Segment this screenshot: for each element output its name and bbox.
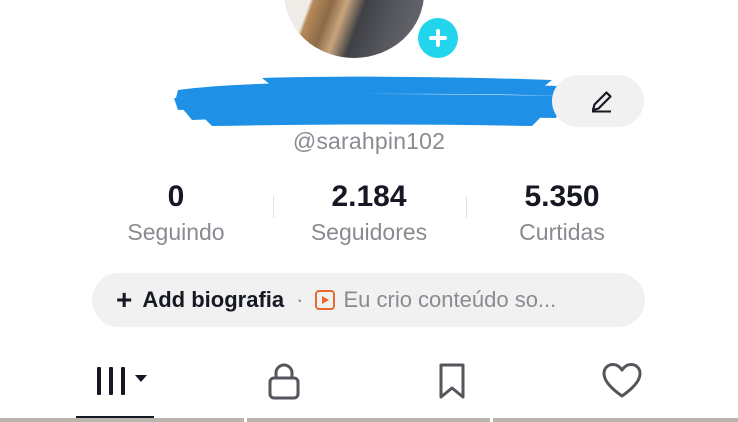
- followers-count: 2.184: [331, 180, 407, 213]
- grid-icon: [97, 367, 147, 395]
- separator-dot: ·: [296, 287, 304, 312]
- redacted-display-name: [174, 76, 570, 126]
- followers-label: Seguidores: [310, 219, 428, 245]
- tab-videos[interactable]: [92, 356, 152, 406]
- username: @sarahpin102: [292, 128, 446, 154]
- pencil-icon: [591, 91, 612, 113]
- plus-icon: +: [116, 284, 133, 315]
- chevron-down-icon: [135, 375, 147, 382]
- lock-icon: [268, 363, 300, 400]
- tab-liked[interactable]: [592, 356, 652, 406]
- stat-followers[interactable]: 2.184 Seguidores: [269, 178, 469, 248]
- following-label: Seguindo: [127, 219, 225, 245]
- tab-saved[interactable]: [422, 356, 482, 406]
- bookmark-icon: [439, 363, 465, 399]
- plus-icon: [418, 18, 458, 58]
- stat-following[interactable]: 0 Seguindo: [76, 178, 276, 248]
- avatar[interactable]: [284, 0, 424, 58]
- likes-count: 5.350: [524, 180, 600, 213]
- likes-label: Curtidas: [519, 219, 605, 245]
- add-bio-button[interactable]: + Add biografia · Eu crio conteúdo so...: [92, 273, 645, 327]
- edit-name-button[interactable]: [552, 75, 644, 127]
- tab-private[interactable]: [254, 356, 314, 406]
- stat-likes[interactable]: 5.350 Curtidas: [462, 178, 662, 248]
- add-bio-label: Add biografia: [142, 287, 285, 312]
- creator-promo-text: Eu crio conteúdo so...: [343, 287, 557, 312]
- add-photo-button[interactable]: [413, 13, 463, 63]
- heart-icon: [602, 363, 642, 398]
- video-grid-thumbnails: [0, 418, 738, 422]
- play-icon: [315, 290, 336, 310]
- following-count: 0: [167, 180, 185, 213]
